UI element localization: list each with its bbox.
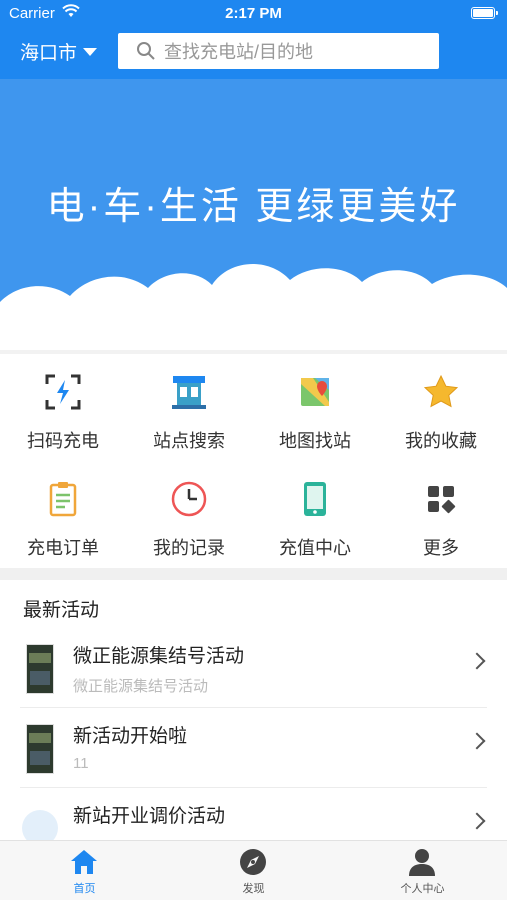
tab-label: 首页	[73, 883, 96, 895]
quick-action-map[interactable]: 地图找站	[252, 354, 378, 461]
quick-action-label: 更多	[423, 538, 459, 558]
promo-banner[interactable]: 电·车·生活 更绿更美好	[0, 79, 507, 350]
quick-action-more[interactable]: 更多	[378, 461, 504, 568]
chevron-right-icon	[468, 732, 486, 750]
quick-action-station-search[interactable]: 站点搜索	[126, 354, 252, 461]
star-icon	[423, 374, 459, 408]
activity-subtitle: 11	[73, 755, 89, 772]
battery-icon	[471, 7, 498, 19]
banner-slogan: 电·车·生活 更绿更美好	[46, 186, 461, 228]
activity-title: 新站开业调价活动	[73, 806, 226, 827]
tab-bar: 首页 发现 个人中心	[0, 840, 507, 900]
chevron-right-icon	[468, 812, 486, 830]
search-placeholder: 查找充电站/目的地	[164, 42, 314, 62]
section-title-activities: 最新活动	[23, 600, 100, 621]
quick-action-label: 充电订单	[27, 538, 99, 558]
discover-icon	[240, 849, 266, 875]
tab-label: 个人中心	[400, 883, 445, 895]
activity-item[interactable]: 新活动开始啦 11	[0, 708, 507, 788]
status-bar: Carrier 2:17 PM	[0, 0, 507, 28]
activity-thumbnail	[26, 724, 54, 774]
activity-title: 新活动开始啦	[73, 726, 188, 747]
quick-action-recharge[interactable]: 充值中心	[252, 461, 378, 568]
clouds-graphic	[0, 263, 507, 350]
quick-action-label: 我的记录	[153, 538, 225, 558]
activity-item[interactable]: 微正能源集结号活动 微正能源集结号活动	[0, 628, 507, 708]
quick-action-favorites[interactable]: 我的收藏	[378, 354, 504, 461]
home-icon	[71, 850, 97, 874]
caret-down-icon	[83, 47, 98, 56]
quick-action-label: 站点搜索	[153, 431, 225, 451]
quick-action-records[interactable]: 我的记录	[126, 461, 252, 568]
tab-home[interactable]: 首页	[0, 841, 169, 901]
city-selector[interactable]: 海口市	[20, 38, 98, 65]
search-input[interactable]: 查找充电站/目的地	[118, 33, 439, 69]
divider	[0, 568, 507, 580]
tab-profile[interactable]: 个人中心	[338, 841, 507, 901]
more-grid-icon	[428, 486, 456, 514]
activity-title: 微正能源集结号活动	[73, 646, 245, 667]
quick-action-label: 地图找站	[279, 431, 351, 451]
city-name: 海口市	[20, 43, 78, 64]
phone-icon	[304, 482, 326, 516]
clock-icon	[171, 481, 207, 517]
quick-action-label: 充值中心	[279, 538, 351, 558]
quick-actions-grid: 扫码充电 站点搜索 地图找站 我的收藏 充电订单 我的记录 充值中心 更多	[0, 354, 507, 568]
tab-label: 发现	[242, 883, 265, 895]
scan-charge-icon	[45, 374, 81, 410]
quick-action-scan-charge[interactable]: 扫码充电	[0, 354, 126, 461]
activity-subtitle: 微正能源集结号活动	[73, 678, 209, 695]
quick-action-orders[interactable]: 充电订单	[0, 461, 126, 568]
clipboard-icon	[49, 482, 77, 517]
chevron-right-icon	[468, 652, 486, 670]
station-search-icon	[172, 376, 206, 409]
quick-action-label: 扫码充电	[27, 431, 99, 451]
map-icon	[301, 378, 329, 406]
user-icon	[409, 849, 435, 876]
top-bar: Carrier 2:17 PM 海口市 查找充电站/目的地	[0, 0, 507, 79]
tab-discover[interactable]: 发现	[169, 841, 338, 901]
quick-action-label: 我的收藏	[405, 431, 477, 451]
clock-time: 2:17 PM	[225, 5, 282, 22]
activity-thumbnail	[26, 644, 54, 694]
search-icon	[137, 42, 155, 60]
